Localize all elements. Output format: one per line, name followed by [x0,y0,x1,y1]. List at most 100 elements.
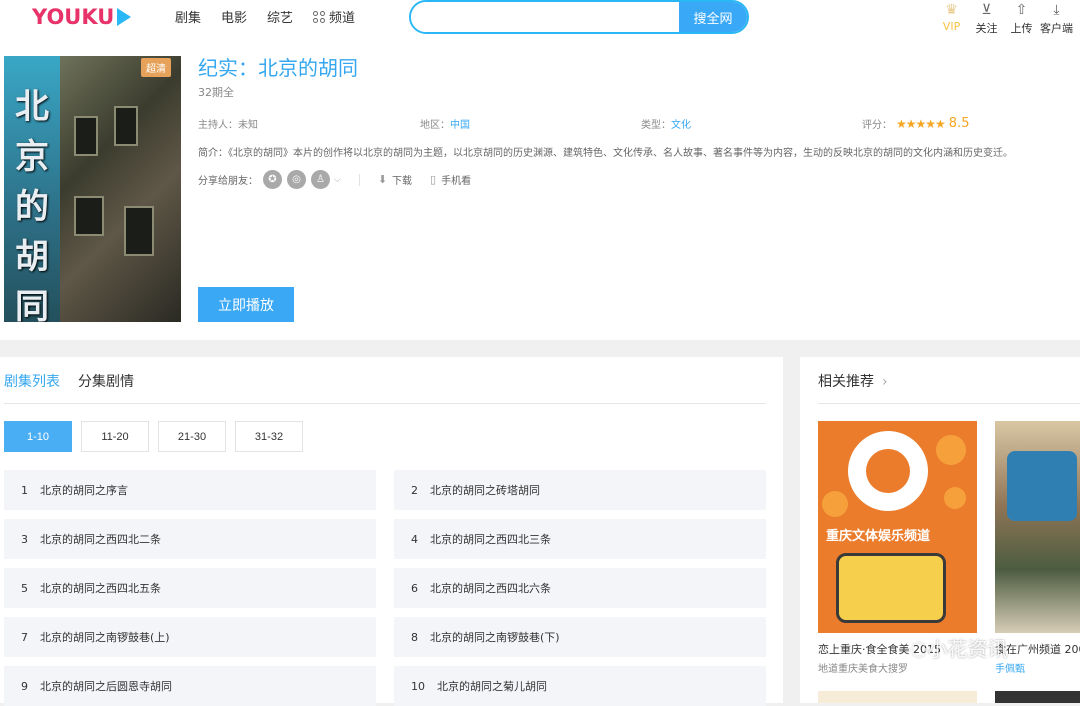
bookmark-icon: ⊻ [981,2,992,18]
type-label: 类型： [641,120,671,131]
rating-score: 8.5 [948,116,970,131]
download-icon: ⬇ [377,173,388,186]
recommend-title-text: 相关推荐 [818,374,874,390]
host-label: 主持人： [198,120,238,131]
watermark-text: 小花资讯 [927,637,1008,661]
episode-title: 北京的胡同之砖塔胡同 [430,484,540,497]
channel-logo-icon [848,431,928,511]
episode-number: 6 [411,581,418,595]
episode-panel: 剧集列表 分集剧情 1-10 11-20 21-30 31-32 1 北京的胡同之… [0,357,783,706]
upload-button[interactable]: ⇧ 上传 [1004,0,1039,36]
recommend-item-subtitle: 手佩甄 [995,660,1080,675]
chevron-down-icon[interactable]: ⌵ [334,175,341,185]
range-21-30-button[interactable]: 21-30 [158,421,226,452]
episode-item[interactable]: 3 北京的胡同之西四北二条 [4,519,376,559]
poster-title: 北京的胡同 [15,87,49,322]
search-bar: 搜全网 [409,0,749,34]
show-title: 纪实：北京的胡同 [198,56,358,80]
host-value: 未知 [238,120,258,131]
episode-item[interactable]: 1 北京的胡同之序言 [4,470,376,510]
nav-item-channels[interactable]: 频道 [313,7,355,26]
hd-badge: 超清 [141,58,171,77]
header-tools: ♛ VIP ⊻ 关注 ⇧ 上传 ⤓ 客户端 [934,0,1074,36]
episode-title: 北京的胡同之西四北二条 [40,533,161,546]
poster-window [124,206,154,256]
range-1-10-button[interactable]: 1-10 [4,421,72,452]
type-link[interactable]: 文化 [671,120,691,131]
range-11-20-button[interactable]: 11-20 [81,421,149,452]
phone-icon: ▯ [430,173,437,186]
poster-window [114,106,138,146]
episode-item[interactable]: 9 北京的胡同之后圆恩寺胡同 [4,666,376,706]
recommend-thumbnail[interactable] [818,691,977,703]
recommend-thumbnail[interactable] [995,421,1080,633]
logo-text: YOUKU [32,5,115,29]
follow-button[interactable]: ⊻ 关注 [969,0,1004,36]
meta-type: 类型：文化 [641,116,691,131]
mobile-watch-button[interactable]: ▯ 手机看 [430,172,471,187]
recommend-title[interactable]: 相关推荐 › [818,371,888,391]
poster-window [74,196,104,236]
follow-label: 关注 [975,22,998,35]
crown-icon: ♛ [945,2,958,18]
episode-number: 9 [21,679,28,693]
main-nav: 剧集 电影 综艺 频道 [175,7,375,26]
search-input[interactable] [411,2,679,32]
tab-episode-plot[interactable]: 分集剧情 [78,371,134,391]
qq-icon[interactable]: ♙ [311,170,330,189]
download-button[interactable]: ⬇ 下载 [378,172,412,187]
poster-window [74,116,98,156]
episode-item[interactable]: 5 北京的胡同之西四北五条 [4,568,376,608]
play-now-button[interactable]: 立即播放 [198,287,294,322]
meta-region: 地区：中国 [420,116,470,131]
episode-number: 4 [411,532,418,546]
episode-number: 7 [21,630,28,644]
divider [358,173,360,186]
range-31-32-button[interactable]: 31-32 [235,421,303,452]
poster-building [60,56,181,322]
recommend-thumbnail[interactable]: 重庆文体娱乐频道 [818,421,977,633]
episode-number: 8 [411,630,418,644]
client-button[interactable]: ⤓ 客户端 [1039,0,1074,36]
vip-button[interactable]: ♛ VIP [934,0,969,36]
region-link[interactable]: 中国 [450,120,470,131]
grid-icon [313,10,326,23]
recommend-item-subtitle-link[interactable]: 手佩甄 [995,664,1025,675]
recommend-item-subtitle: 地道重庆美食大搜罗 [818,664,908,675]
youku-logo[interactable]: YOUKU [32,4,132,30]
episode-item[interactable]: 7 北京的胡同之南锣鼓巷(上) [4,617,376,657]
episode-number: 5 [21,581,28,595]
search-button[interactable]: 搜全网 [679,2,747,32]
share-label: 分享给朋友： [198,176,258,187]
food-graphic [836,553,946,623]
episode-item[interactable]: 2 北京的胡同之砖塔胡同 [394,470,766,510]
synopsis: 简介：《北京的胡同》本片的创作将以北京的胡同为主题，以北京胡同的历史渊源、建筑特… [198,148,1013,159]
episode-item[interactable]: 6 北京的胡同之西四北六条 [394,568,766,608]
episode-item[interactable]: 4 北京的胡同之西四北三条 [394,519,766,559]
upload-label: 上传 [1010,22,1033,35]
show-poster[interactable]: 北京的胡同 超清 [4,56,181,322]
recommend-thumbnail[interactable] [995,691,1080,703]
episode-range-selector: 1-10 11-20 21-30 31-32 [4,421,312,452]
episode-title: 北京的胡同之序言 [40,484,128,497]
region-label: 地区： [420,120,450,131]
decor-dot [936,435,966,465]
weibo-icon[interactable]: ◎ [287,170,306,189]
nav-item-movies[interactable]: 电影 [221,7,247,26]
episode-item[interactable]: 10 北京的胡同之菊儿胡同 [394,666,766,706]
episode-item[interactable]: 8 北京的胡同之南锣鼓巷(下) [394,617,766,657]
episode-grid: 1 北京的胡同之序言 2 北京的胡同之砖塔胡同 3 北京的胡同之西四北二条 4 北京的胡… [4,470,766,706]
tab-episode-list[interactable]: 剧集列表 [4,371,60,391]
episode-title: 北京的胡同之西四北三条 [430,533,551,546]
recommend-item-title[interactable]: 食在广州频道 2008 [995,641,1080,657]
download-label: 下载 [392,176,413,187]
nav-item-series[interactable]: 剧集 [175,7,201,26]
vip-label: VIP [942,20,961,33]
episode-tabs: 剧集列表 分集剧情 [4,371,152,391]
nav-item-variety[interactable]: 综艺 [267,7,293,26]
recommend-divider [818,403,1080,404]
episode-count: 32期全 [198,86,234,99]
show-detail: 北京的胡同 超清 纪实：北京的胡同 32期全 主持人：未知 地区：中国 类型：文… [0,46,1080,340]
thumbnail-caption: 重庆文体娱乐频道 [826,529,931,544]
share-friends-icon[interactable]: ✪ [263,170,282,189]
